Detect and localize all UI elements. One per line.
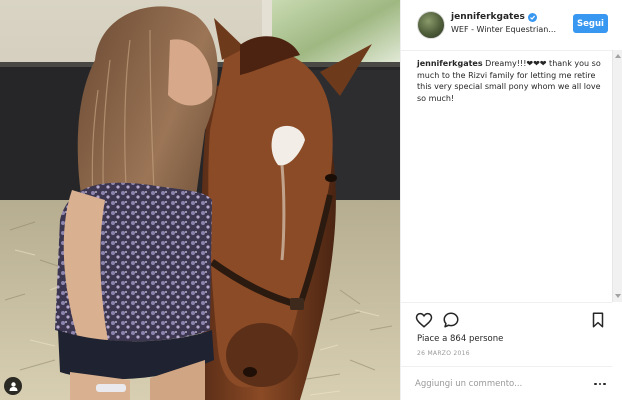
verified-badge-icon [527, 12, 537, 22]
heart-icon[interactable] [415, 311, 433, 329]
comment-bar [401, 366, 612, 402]
scroll-up-arrow-icon[interactable] [615, 54, 621, 58]
comments-area: jenniferkgates Dreamy!!!❤❤❤ thank you so… [417, 58, 605, 296]
speech-bubble-icon[interactable] [442, 311, 460, 329]
avatar[interactable] [417, 11, 445, 39]
comments-scrollbar[interactable] [612, 50, 622, 302]
ellipsis-dot [603, 382, 606, 386]
instagram-post: jenniferkgates WEF - Winter Equestrian..… [0, 0, 622, 400]
likes-count[interactable]: Piace a 864 persone [417, 334, 503, 344]
header-username[interactable]: jenniferkgates [451, 12, 525, 22]
person-tag-icon[interactable] [4, 377, 22, 395]
username-row: jenniferkgates [451, 12, 537, 22]
bookmark-icon[interactable] [589, 311, 607, 329]
location-link[interactable]: WEF - Winter Equestrian... [451, 25, 556, 34]
post-date: 26 MARZO 2016 [417, 350, 470, 357]
caption: jenniferkgates Dreamy!!!❤❤❤ thank you so… [417, 58, 605, 104]
follow-button[interactable]: Segui [573, 14, 608, 33]
scroll-down-arrow-icon[interactable] [615, 294, 621, 298]
post-photo[interactable] [0, 0, 400, 400]
post-sidebar: jenniferkgates WEF - Winter Equestrian..… [400, 0, 622, 401]
ellipsis-dot [594, 382, 597, 386]
ellipsis-dot [598, 382, 601, 386]
comment-input[interactable] [415, 376, 575, 392]
post-header: jenniferkgates WEF - Winter Equestrian..… [401, 0, 612, 51]
photo-illustration [0, 0, 400, 400]
post-actions: Piace a 864 persone 26 MARZO 2016 [401, 302, 612, 401]
ellipsis-icon[interactable] [594, 379, 608, 389]
caption-username[interactable]: jenniferkgates [417, 59, 483, 68]
